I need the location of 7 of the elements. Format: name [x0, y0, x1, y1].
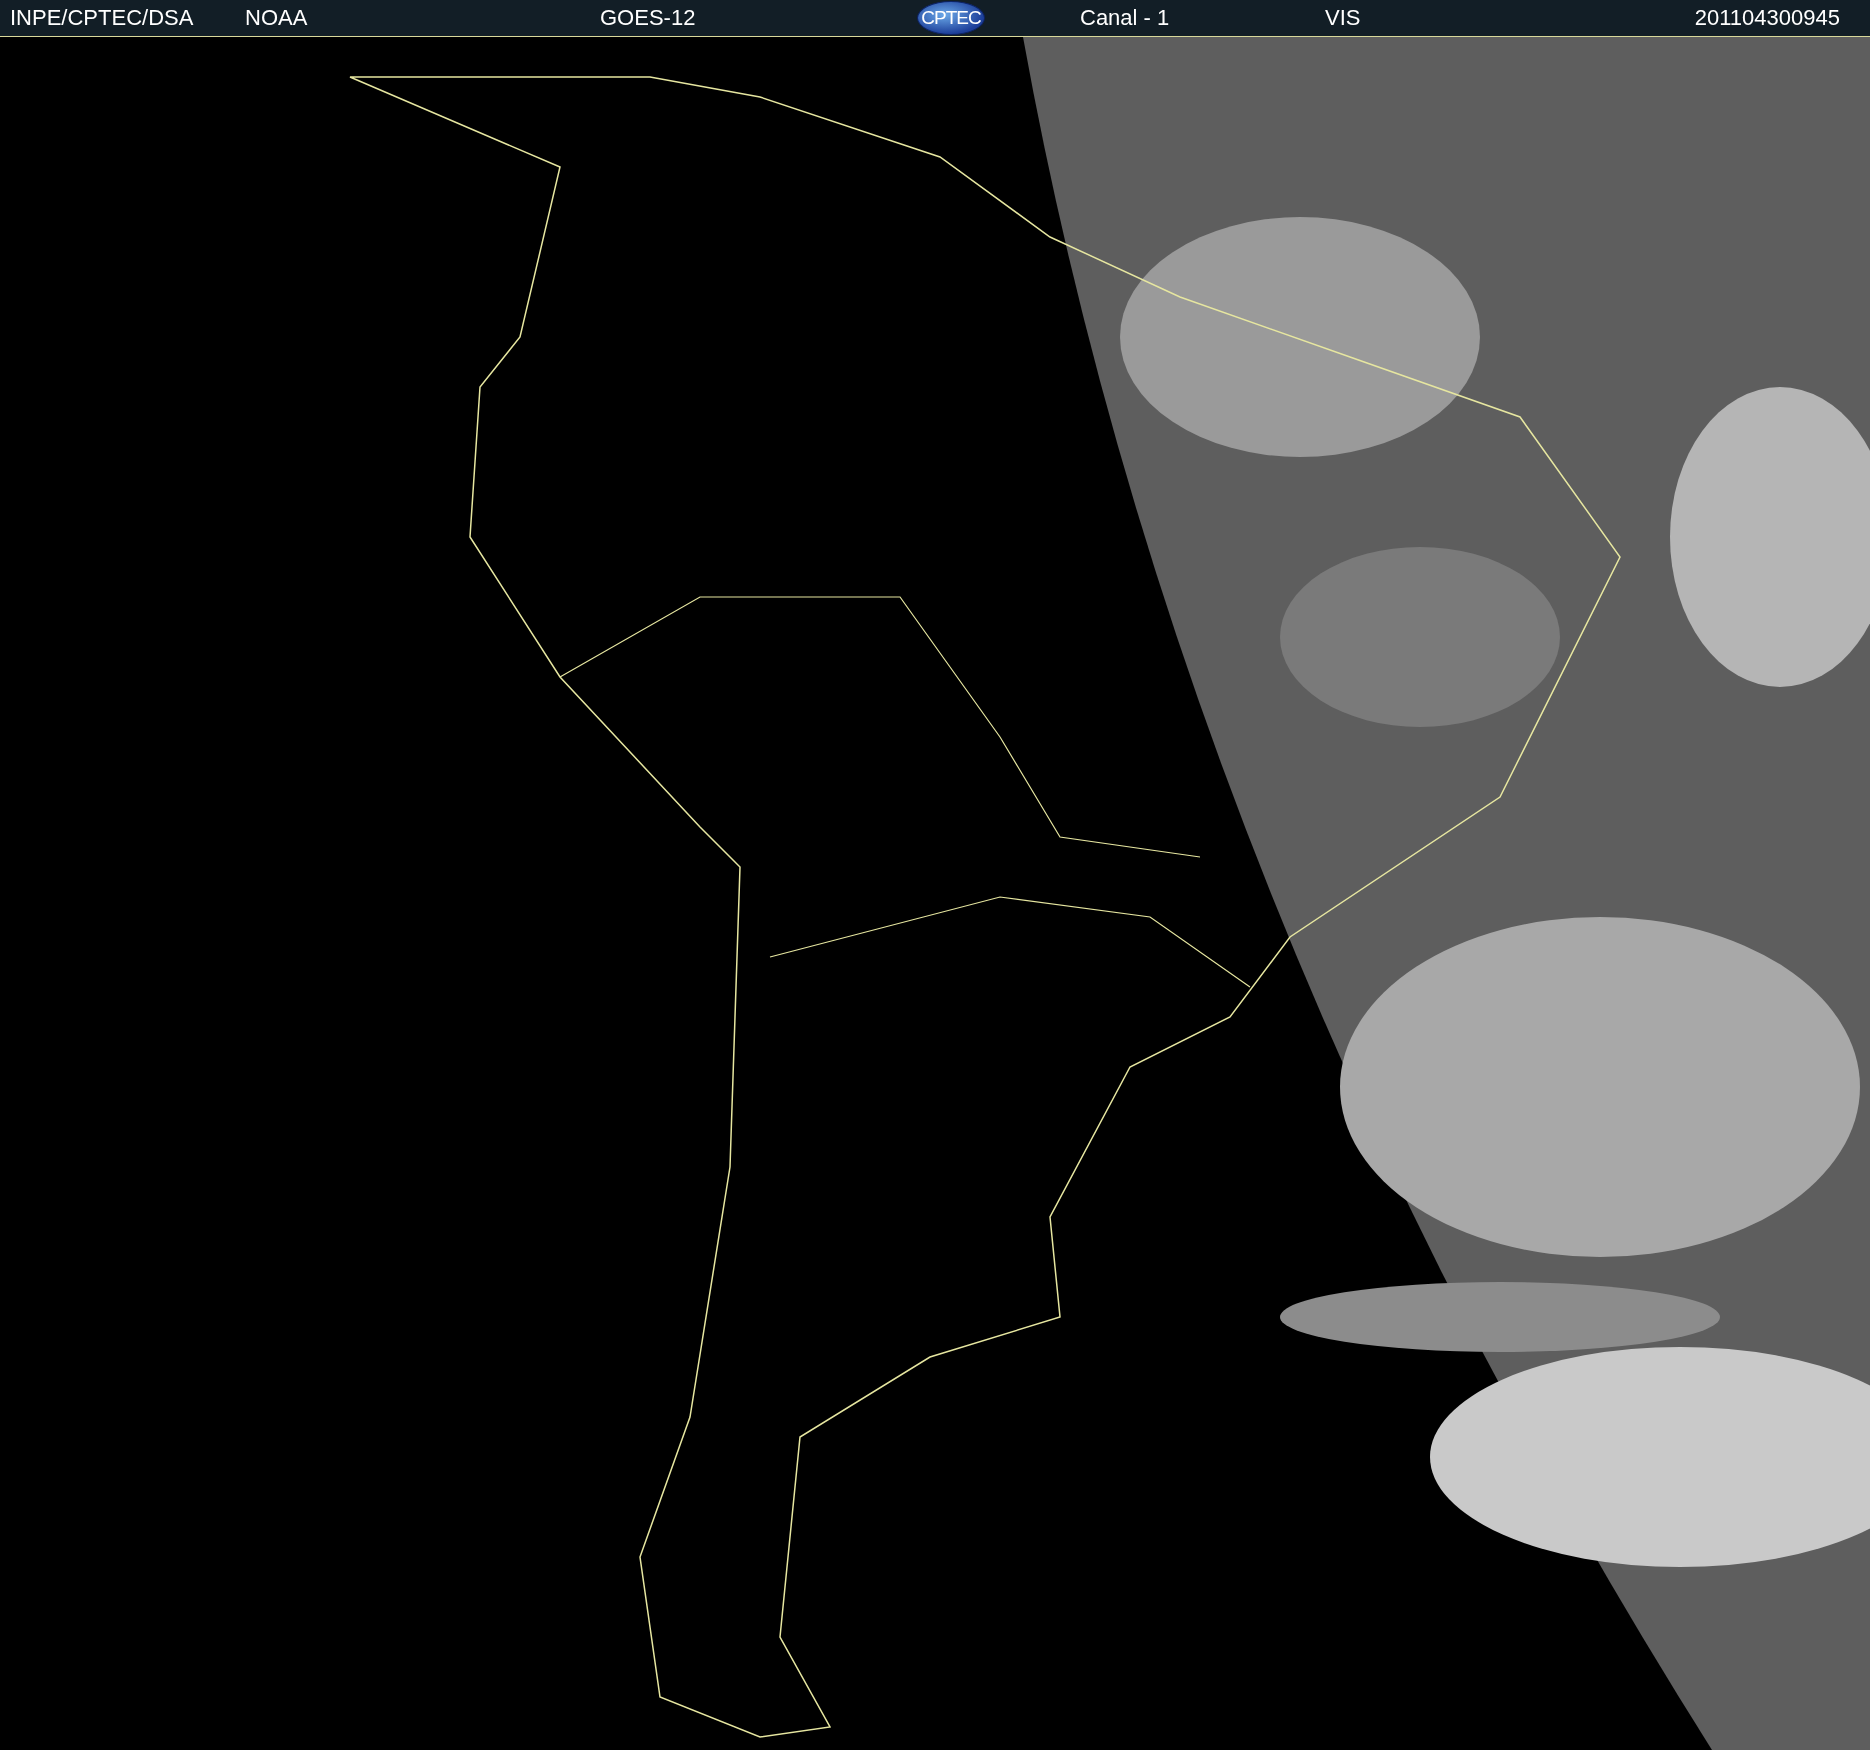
logo: CPTEC: [917, 1, 985, 35]
header-label: NOAA: [245, 4, 309, 32]
header-label: VIS: [1325, 4, 1362, 32]
header-label: Canal - 1: [1080, 4, 1171, 32]
timestamp: 201104300945: [1694, 4, 1840, 32]
header-label: GOES-12: [600, 4, 697, 32]
header-label: INPE/CPTEC/DSA: [10, 4, 195, 32]
